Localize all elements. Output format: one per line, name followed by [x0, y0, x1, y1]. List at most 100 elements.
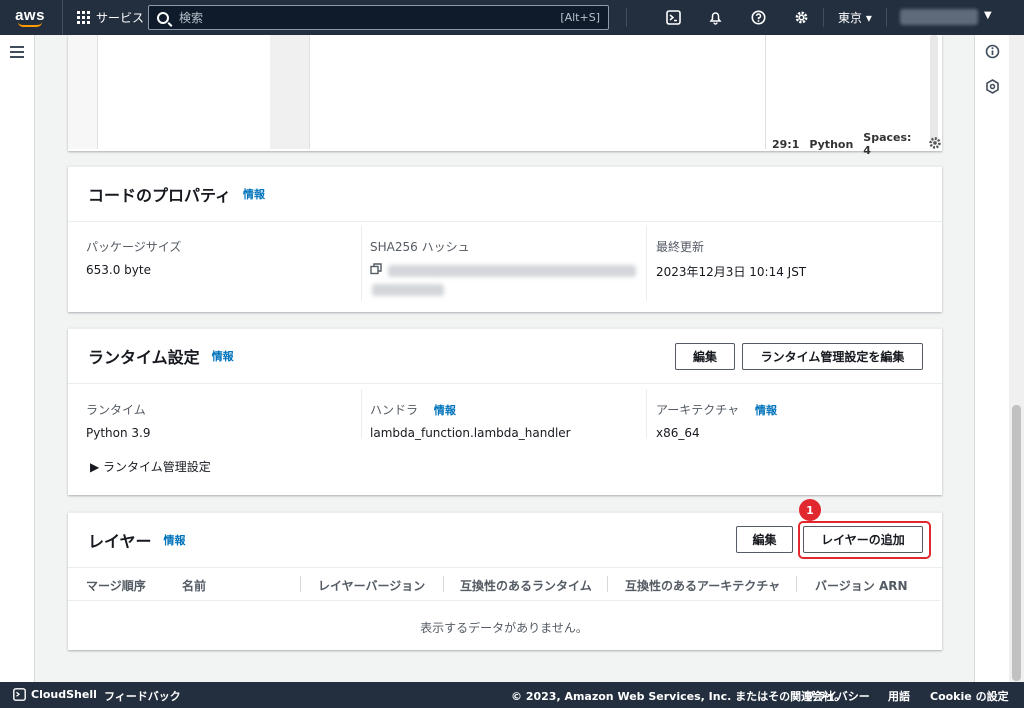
column-divider[interactable]: [300, 576, 301, 592]
search-placeholder: 検索: [179, 11, 204, 25]
runtime-label: ランタイム: [86, 403, 146, 417]
privacy-link[interactable]: プライバシー: [804, 688, 870, 704]
edit-button[interactable]: 編集: [675, 343, 735, 370]
nav-divider: [886, 8, 887, 27]
code-editor[interactable]: 29:1 Python Spaces: 4: [68, 35, 942, 157]
editor-status-bar: 29:1 Python Spaces: 4: [772, 131, 942, 157]
handler-value: lambda_function.lambda_handler: [370, 426, 571, 440]
empty-table-message: 表示するデータがありません。: [420, 621, 588, 635]
package-size-field: パッケージサイズ 653.0 byte: [86, 238, 181, 277]
sha256-hash-redacted-2: [372, 284, 636, 299]
panel-title: コードのプロパティ: [88, 186, 232, 205]
edit-button[interactable]: 編集: [736, 526, 793, 553]
editor-scrollbar[interactable]: [930, 35, 938, 143]
hexagon-icon[interactable]: [985, 79, 1000, 97]
last-modified-field: 最終更新 2023年12月3日 10:14 JST: [656, 238, 806, 280]
column-divider: [646, 225, 647, 301]
edit-runtime-management-button[interactable]: ランタイム管理設定を編集: [742, 343, 923, 370]
search-input[interactable]: 検索 [Alt+S]: [148, 5, 609, 30]
scrollbar-thumb[interactable]: [1012, 405, 1021, 681]
nav-divider: [823, 8, 824, 27]
runtime-field: ランタイム Python 3.9: [86, 401, 151, 440]
info-link[interactable]: 情報: [434, 404, 456, 417]
copy-icon[interactable]: [370, 263, 382, 278]
runtime-settings-panel: ランタイム設定 情報 編集 ランタイム管理設定を編集 ランタイム Python …: [68, 328, 942, 495]
last-modified-label: 最終更新: [656, 240, 705, 254]
left-rail: [0, 35, 35, 682]
bell-icon[interactable]: [707, 9, 724, 26]
column-header[interactable]: マージ順序: [86, 577, 146, 594]
handler-label: ハンドラ: [370, 403, 419, 417]
page-scrollbar[interactable]: [1009, 35, 1024, 682]
footer: CloudShell フィードバック © 2023, Amazon Web Se…: [0, 682, 1024, 708]
code-properties-panel: コードのプロパティ 情報 パッケージサイズ 653.0 byte SHA256 …: [68, 166, 942, 312]
region-selector[interactable]: 東京 ▾: [838, 9, 872, 26]
language-mode[interactable]: Python: [809, 138, 853, 151]
runtime-value: Python 3.9: [86, 426, 151, 440]
indent-setting[interactable]: Spaces: 4: [863, 131, 918, 157]
handler-field: ハンドラ 情報 lambda_function.lambda_handler: [370, 401, 571, 440]
menu-icon[interactable]: [10, 46, 24, 61]
grid-icon: [77, 11, 90, 24]
services-label: サービス: [96, 11, 145, 25]
right-rail: [974, 35, 1009, 682]
column-divider: [361, 225, 362, 301]
aws-logo[interactable]: aws: [2, 0, 58, 35]
info-link[interactable]: 情報: [212, 348, 234, 364]
sha256-hash-redacted: [388, 264, 636, 277]
feedback-link[interactable]: フィードバック: [104, 688, 181, 704]
info-link[interactable]: 情報: [164, 532, 186, 548]
column-header[interactable]: 互換性のあるランタイム: [460, 577, 592, 594]
info-link[interactable]: 情報: [755, 404, 777, 417]
editor-line-gutter: [270, 35, 310, 149]
chevron-down-icon[interactable]: ▼: [984, 10, 992, 21]
architecture-label: アーキテクチャ: [656, 403, 740, 417]
editor-settings-icon[interactable]: [928, 136, 942, 153]
search-shortcut: [Alt+S]: [560, 11, 600, 24]
copyright-text: © 2023, Amazon Web Services, Inc. またはその関…: [511, 690, 846, 703]
nav-divider: [626, 8, 627, 27]
column-divider: [646, 389, 647, 439]
help-icon[interactable]: [750, 9, 767, 26]
package-size-label: パッケージサイズ: [86, 240, 182, 254]
annotation-highlight-box: [798, 521, 931, 559]
architecture-value: x86_64: [656, 426, 700, 440]
cloudshell-icon[interactable]: [13, 688, 26, 704]
column-divider[interactable]: [796, 576, 797, 592]
info-panel-icon[interactable]: [985, 44, 1000, 62]
last-modified-value: 2023年12月3日 10:14 JST: [656, 265, 807, 279]
panel-title: レイヤー: [88, 532, 152, 551]
package-size-value: 653.0 byte: [86, 263, 151, 277]
cloudshell-icon[interactable]: [665, 9, 682, 26]
sha256-label: SHA256 ハッシュ: [370, 240, 470, 254]
column-header[interactable]: レイヤーバージョン: [318, 577, 425, 594]
top-navigation: aws サービス 検索 [Alt+S] 東京 ▾ ▼: [0, 0, 1024, 35]
panel-header: コードのプロパティ 情報: [68, 167, 942, 222]
editor-sidebar: [68, 35, 98, 149]
aws-smile-icon: [18, 22, 42, 27]
cookie-settings-link[interactable]: Cookie の設定: [930, 688, 1009, 704]
sha256-field: SHA256 ハッシュ: [370, 238, 636, 299]
architecture-label-row: アーキテクチャ 情報: [656, 401, 777, 418]
column-divider[interactable]: [443, 576, 444, 592]
column-divider[interactable]: [607, 576, 608, 592]
runtime-management-toggle[interactable]: ▶ ランタイム管理設定: [90, 458, 211, 475]
cloudshell-link[interactable]: CloudShell: [31, 688, 97, 701]
architecture-field: アーキテクチャ 情報 x86_64: [656, 401, 777, 440]
column-header[interactable]: バージョン ARN: [815, 577, 908, 594]
info-link[interactable]: 情報: [243, 186, 265, 202]
terms-link[interactable]: 用語: [888, 688, 910, 704]
handler-label-row: ハンドラ 情報: [370, 401, 571, 418]
search-icon: [157, 11, 169, 24]
cursor-position: 29:1: [772, 137, 800, 151]
services-menu[interactable]: サービス: [62, 0, 144, 35]
table-header: マージ順序 名前 レイヤーバージョン 互換性のあるランタイム 互換性のあるアーキ…: [68, 567, 940, 601]
annotation-step-marker: 1: [799, 499, 821, 521]
column-header[interactable]: 名前: [182, 577, 206, 594]
gear-icon[interactable]: [793, 9, 810, 26]
column-header[interactable]: 互換性のあるアーキテクチャ: [625, 577, 780, 594]
sha256-value: [370, 263, 636, 278]
account-menu[interactable]: [900, 9, 978, 25]
panel-title: ランタイム設定: [88, 348, 200, 367]
aws-logo-text: aws: [15, 6, 45, 24]
